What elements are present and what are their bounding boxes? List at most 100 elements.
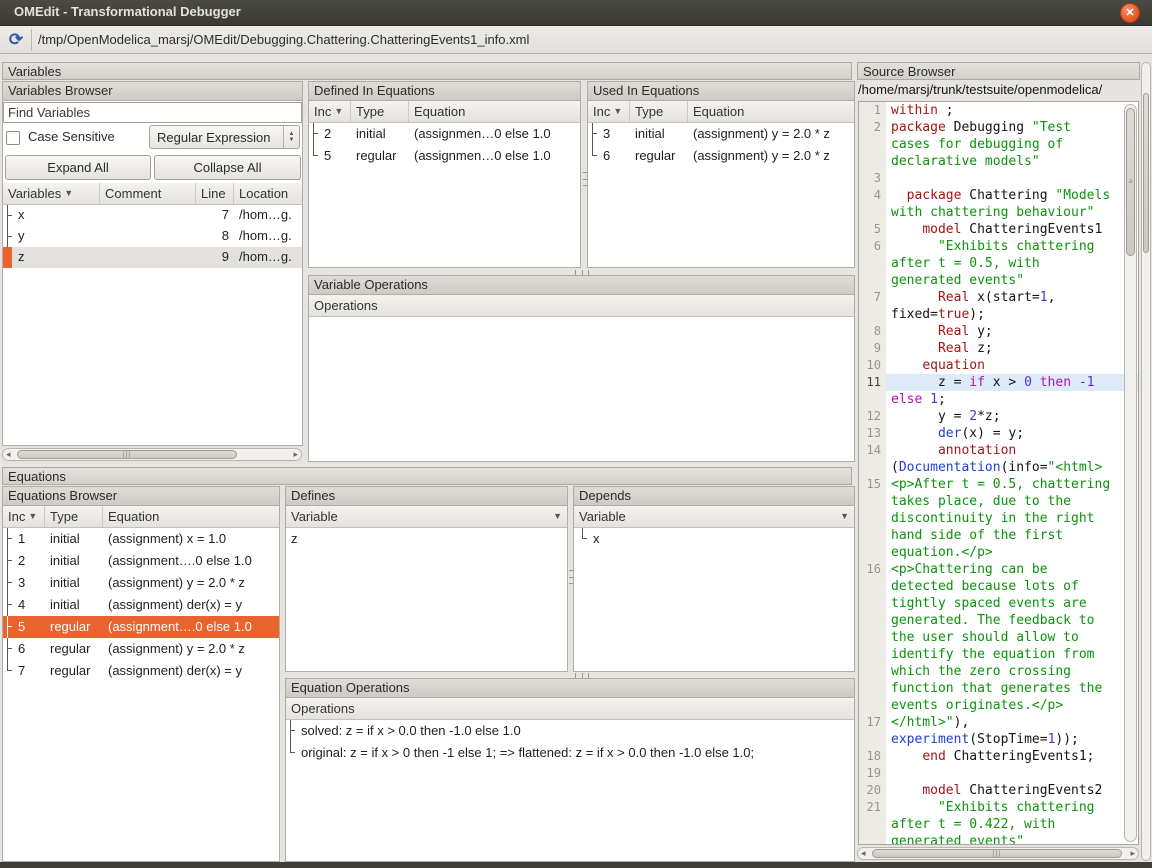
table-row[interactable]: z (286, 528, 567, 550)
table-row[interactable]: z9/hom…g. (3, 247, 302, 268)
table-row[interactable]: 3initial(assignment) y = 2.0 * z (588, 123, 854, 145)
omedit-window: OMEdit - Transformational Debugger ✕ ⟳ /… (0, 0, 1152, 868)
source-code-lines: 1within ;2package Debugging "Testcases f… (859, 102, 1138, 845)
defines-panel: Defines Variable▼ z (285, 486, 568, 672)
source-line: declarative models" (859, 153, 1138, 170)
source-line: which the zero crossing (859, 663, 1138, 680)
table-row[interactable]: 6regular(assignment) y = 2.0 * z (3, 638, 279, 660)
source-line: 4 package Chattering "Models (859, 187, 1138, 204)
table-row[interactable]: 5regular(assignment….0 else 1.0 (3, 616, 279, 638)
source-line: 11 z = if x > 0 then -1 (859, 374, 1138, 391)
table-row[interactable]: solved: z = if x > 0.0 then -1.0 else 1.… (286, 720, 854, 742)
toolbar: ⟳ /tmp/OpenModelica_marsj/OMEdit/Debuggi… (0, 26, 1152, 54)
source-line: else 1; (859, 391, 1138, 408)
spinner-arrows-icon[interactable]: ▲▼ (283, 126, 299, 148)
source-line: tightly spaced events are (859, 595, 1138, 612)
equation-operations-rows: solved: z = if x > 0.0 then -1.0 else 1.… (286, 720, 854, 764)
depends-title: Depends (574, 487, 854, 506)
source-line: detected because lots of (859, 578, 1138, 595)
equations-browser-title: Equations Browser (3, 487, 279, 506)
sort-arrow-icon: ▼ (840, 506, 849, 527)
table-row[interactable]: 7regular(assignment) der(x) = y (3, 660, 279, 682)
table-row[interactable]: x (574, 528, 854, 550)
tree-branch-icon (3, 638, 13, 660)
source-line: 17</html>"), (859, 714, 1138, 731)
defined-in-column-header[interactable]: Inc▼ Type Equation (309, 101, 580, 123)
tree-branch-icon (3, 660, 13, 682)
source-line: 2package Debugging "Test (859, 119, 1138, 136)
source-line: the user should allow to (859, 629, 1138, 646)
source-line: identify the equation from (859, 646, 1138, 663)
source-line: 1within ; (859, 102, 1138, 119)
source-line: after t = 0.5, with (859, 255, 1138, 272)
titlebar[interactable]: OMEdit - Transformational Debugger ✕ (0, 0, 1152, 26)
case-sensitive-checkbox[interactable] (6, 131, 20, 145)
equations-rows: 1initial(assignment) x = 1.02initial(ass… (3, 528, 279, 682)
vertical-splitter-grip[interactable] (569, 570, 573, 584)
defines-title: Defines (286, 487, 567, 506)
source-line: 21 "Exhibits chattering (859, 799, 1138, 816)
variables-hscrollbar[interactable]: ◂ ||| ▸ (2, 448, 302, 461)
table-row[interactable]: 2initial(assignmen…0 else 1.0 (309, 123, 580, 145)
tree-branch-icon (3, 205, 13, 226)
tree-branch-icon (3, 226, 13, 247)
table-row[interactable]: x7/hom…g. (3, 205, 302, 226)
window-vscrollbar[interactable] (1141, 62, 1151, 861)
source-line: takes place, due to the (859, 493, 1138, 510)
source-line: 20 model ChatteringEvents2 (859, 782, 1138, 799)
table-row[interactable]: y8/hom…g. (3, 226, 302, 247)
source-code-area[interactable]: 1within ;2package Debugging "Testcases f… (858, 101, 1139, 845)
tree-branch-icon (578, 528, 588, 550)
tree-branch-icon (3, 528, 13, 550)
vertical-splitter-grip[interactable] (583, 172, 587, 186)
close-button[interactable]: ✕ (1120, 3, 1140, 23)
source-line: events originates.</p> (859, 697, 1138, 714)
source-hscrollbar[interactable]: ◂ ||| ▸ (857, 847, 1139, 860)
source-line: (Documentation(info="<html> (859, 459, 1138, 476)
table-row[interactable]: 5regular(assignmen…0 else 1.0 (309, 145, 580, 167)
collapse-all-button[interactable]: Collapse All (154, 155, 301, 180)
equations-column-header[interactable]: Inc▼ Type Equation (3, 506, 279, 528)
used-in-column-header[interactable]: Inc▼ Type Equation (588, 101, 854, 123)
search-mode-value: Regular Expression (150, 130, 277, 145)
source-line: 5 model ChatteringEvents1 (859, 221, 1138, 238)
equation-operations-panel: Equation Operations Operations solved: z… (285, 678, 855, 862)
table-row[interactable]: 4initial(assignment) der(x) = y (3, 594, 279, 616)
defines-column-header[interactable]: Variable▼ (286, 506, 567, 528)
tree-branch-icon (3, 594, 13, 616)
source-line: hand side of the first (859, 527, 1138, 544)
source-line: 14 annotation (859, 442, 1138, 459)
tree-branch-icon (286, 720, 296, 742)
table-row[interactable]: original: z = if x > 0 then -1 else 1; =… (286, 742, 854, 764)
depends-column-header[interactable]: Variable▼ (574, 506, 854, 528)
variable-operations-column[interactable]: Operations (309, 295, 854, 316)
table-row[interactable]: 2initial(assignment….0 else 1.0 (3, 550, 279, 572)
table-row[interactable]: 3initial(assignment) y = 2.0 * z (3, 572, 279, 594)
equation-operations-column[interactable]: Operations (286, 698, 854, 719)
expand-all-button[interactable]: Expand All (5, 155, 151, 180)
equations-browser-panel: Equations Browser Inc▼ Type Equation 1in… (2, 486, 280, 862)
source-line: 3 (859, 170, 1138, 187)
source-file-path: /home/marsj/trunk/testsuite/openmodelica… (858, 82, 1140, 100)
source-line: 10 equation (859, 357, 1138, 374)
sort-arrow-icon: ▼ (64, 183, 73, 204)
table-row[interactable]: 1initial(assignment) x = 1.0 (3, 528, 279, 550)
case-sensitive-label[interactable]: Case Sensitive (28, 129, 115, 144)
search-mode-spinner[interactable]: Regular Expression ▲▼ (149, 125, 300, 149)
refresh-icon[interactable]: ⟳ (5, 29, 27, 51)
source-line: 7 Real x(start=1, (859, 289, 1138, 306)
depends-panel: Depends Variable▼ x (573, 486, 855, 672)
sort-arrow-icon: ▼ (613, 101, 622, 122)
find-variables-input[interactable] (3, 102, 302, 123)
source-line: 6 "Exhibits chattering (859, 238, 1138, 255)
source-vscrollbar[interactable]: ≡ (1124, 104, 1137, 842)
depends-rows: x (574, 528, 854, 550)
source-line: generated. The feedback to (859, 612, 1138, 629)
variables-table-body: x7/hom…g.y8/hom…g.z9/hom…g. (3, 205, 302, 268)
table-row[interactable]: 6regular(assignment) y = 2.0 * z (588, 145, 854, 167)
variables-column-header[interactable]: Variables▼ Comment Line Location (3, 183, 302, 205)
source-browser-header: Source Browser (857, 62, 1140, 80)
toolbar-separator (31, 29, 32, 51)
equation-operations-title: Equation Operations (286, 679, 854, 698)
variables-browser-title: Variables Browser (3, 82, 302, 101)
